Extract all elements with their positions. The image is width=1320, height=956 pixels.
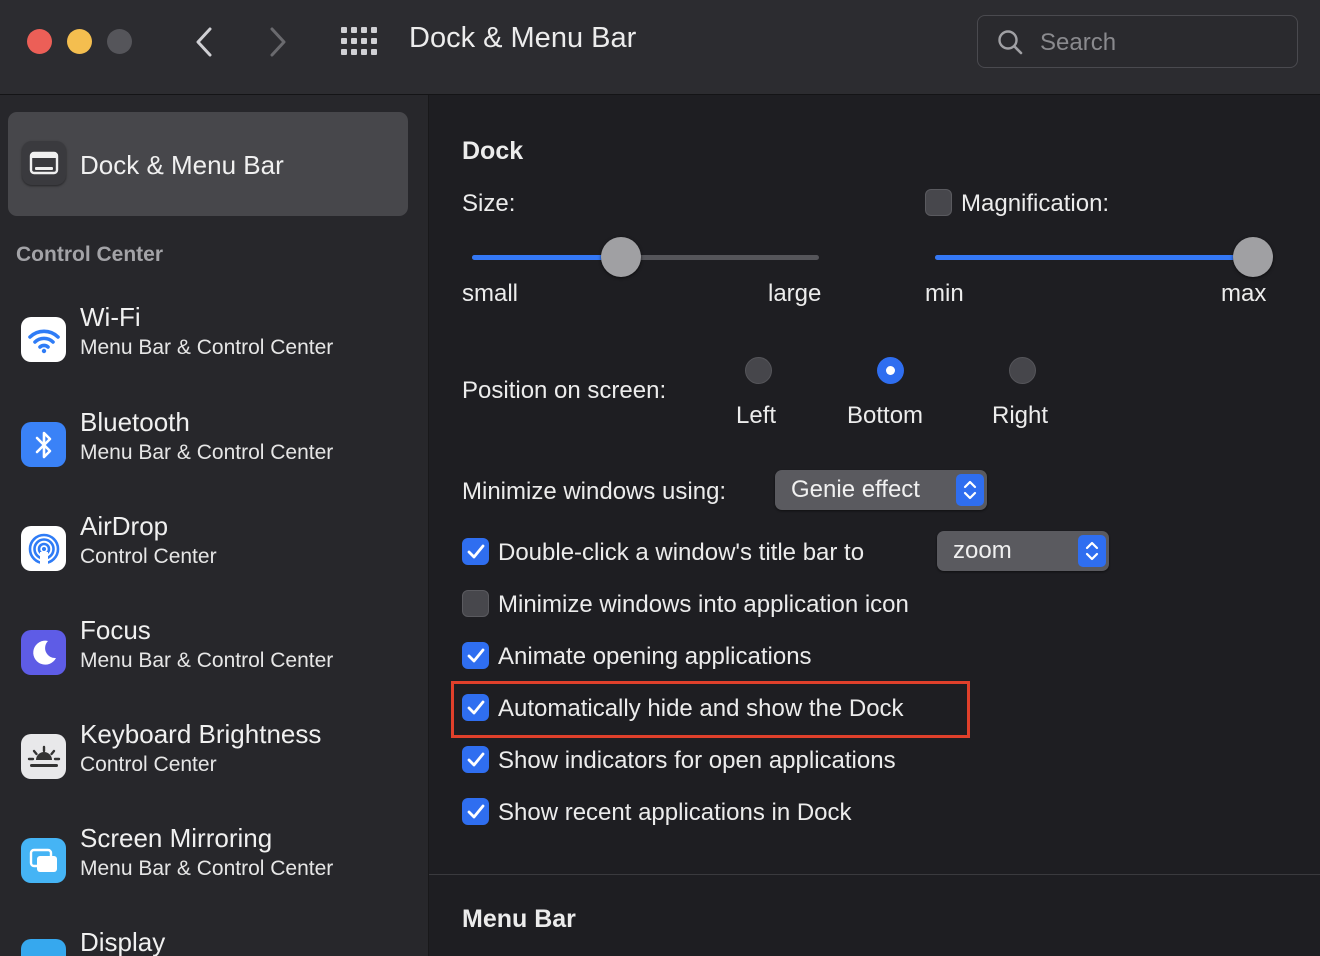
sidebar-item-subtitle: Control Center: [80, 753, 217, 776]
close-window-button[interactable]: [27, 29, 52, 54]
sidebar-item-name: Display: [80, 927, 166, 956]
sidebar-item-keyboard-brightness[interactable]: Keyboard Brightness Control Center: [0, 719, 428, 823]
auto-hide-dock-label: Automatically hide and show the Dock: [498, 695, 904, 722]
checkmark-icon: [467, 544, 484, 558]
sidebar-item-wifi[interactable]: Wi-Fi Menu Bar & Control Center: [0, 302, 428, 406]
screen-mirroring-icon: [21, 838, 66, 883]
checkmark-icon: [467, 700, 484, 714]
sidebar-item-name: Wi-Fi: [80, 302, 141, 332]
magnification-checkbox[interactable]: [925, 189, 952, 216]
minimize-effect-popup[interactable]: Genie effect: [775, 470, 987, 510]
moon-icon: [21, 630, 66, 675]
search-input[interactable]: [1038, 24, 1282, 62]
minimize-into-icon-checkbox[interactable]: [462, 590, 489, 617]
sidebar-item-name: Screen Mirroring: [80, 823, 273, 853]
magnification-slider-knob[interactable]: [1233, 237, 1273, 277]
title-bar: Dock & Menu Bar: [0, 0, 1320, 95]
sidebar-item-bluetooth[interactable]: Bluetooth Menu Bar & Control Center: [0, 407, 428, 511]
double-click-action-popup[interactable]: zoom: [937, 531, 1109, 571]
sidebar-item-subtitle: Menu Bar & Control Center: [80, 857, 334, 880]
double-click-label: Double-click a window's title bar to: [498, 539, 865, 566]
section-divider: [429, 874, 1320, 875]
show-indicators-checkbox[interactable]: [462, 746, 489, 773]
sidebar-item-display[interactable]: Display: [0, 927, 428, 956]
position-left-label: Left: [736, 402, 777, 429]
chevron-updown-icon: [1078, 535, 1106, 567]
magnification-max-label: max: [1221, 280, 1267, 307]
sidebar-item-screen-mirroring[interactable]: Screen Mirroring Menu Bar & Control Cent…: [0, 823, 428, 927]
forward-button[interactable]: [258, 22, 298, 62]
sidebar-item-name: Focus: [80, 615, 151, 645]
sidebar-item-name: AirDrop: [80, 511, 169, 541]
sidebar-item-subtitle: Menu Bar & Control Center: [80, 441, 334, 464]
window-title: Dock & Menu Bar: [409, 22, 637, 54]
search-field[interactable]: [977, 15, 1298, 68]
position-bottom-radio[interactable]: [877, 357, 904, 384]
section-heading-dock: Dock: [462, 137, 524, 165]
chevron-left-icon: [196, 27, 212, 57]
chevron-updown-icon: [956, 474, 984, 506]
wifi-icon: [21, 317, 66, 362]
size-label: Size:: [462, 190, 516, 217]
sidebar-section-title: Control Center: [16, 243, 163, 266]
size-max-label: large: [768, 280, 822, 307]
back-button[interactable]: [184, 22, 224, 62]
display-icon: [21, 939, 66, 956]
double-click-action-value: zoom: [953, 537, 1012, 564]
sidebar-item-subtitle: Control Center: [80, 545, 217, 568]
search-icon: [998, 30, 1023, 55]
position-left-radio[interactable]: [745, 357, 772, 384]
show-recent-apps-label: Show recent applications in Dock: [498, 799, 852, 826]
zoom-window-button[interactable]: [107, 29, 132, 54]
position-right-label: Right: [992, 402, 1049, 429]
position-label: Position on screen:: [462, 377, 667, 404]
size-slider-knob[interactable]: [601, 237, 642, 277]
content-pane: Dock Size: small large Magnification: mi…: [429, 95, 1320, 956]
sidebar-item-subtitle: Menu Bar & Control Center: [80, 649, 334, 672]
dock-menubar-icon: [22, 141, 66, 185]
show-recent-apps-checkbox[interactable]: [462, 798, 489, 825]
size-min-label: small: [462, 280, 519, 307]
sidebar-item-airdrop[interactable]: AirDrop Control Center: [0, 511, 428, 615]
animate-opening-label: Animate opening applications: [498, 643, 812, 670]
sidebar: Dock & Menu Bar Control Center Wi-Fi Men…: [0, 95, 429, 956]
auto-hide-dock-checkbox[interactable]: [462, 694, 489, 721]
position-bottom-label: Bottom: [847, 402, 924, 429]
magnification-min-label: min: [925, 280, 964, 307]
sidebar-item-subtitle: Menu Bar & Control Center: [80, 336, 334, 359]
minimize-into-icon-label: Minimize windows into application icon: [498, 591, 909, 618]
double-click-checkbox[interactable]: [462, 538, 489, 565]
checkmark-icon: [467, 648, 484, 662]
show-indicators-label: Show indicators for open applications: [498, 747, 896, 774]
section-heading-menu-bar: Menu Bar: [462, 905, 576, 933]
size-slider-fill: [472, 255, 622, 260]
checkmark-icon: [467, 804, 484, 818]
sidebar-item-focus[interactable]: Focus Menu Bar & Control Center: [0, 615, 428, 719]
chevron-right-icon: [270, 27, 286, 57]
position-right-radio[interactable]: [1009, 357, 1036, 384]
minimize-window-button[interactable]: [67, 29, 92, 54]
animate-opening-checkbox[interactable]: [462, 642, 489, 669]
sidebar-item-name: Keyboard Brightness: [80, 719, 322, 749]
minimize-effect-value: Genie effect: [791, 476, 920, 503]
sidebar-item-label: Dock & Menu Bar: [80, 150, 284, 180]
minimize-using-label: Minimize windows using:: [462, 478, 727, 505]
bluetooth-icon: [21, 422, 66, 467]
sidebar-item-name: Bluetooth: [80, 407, 190, 437]
sidebar-item-dock-menu-bar[interactable]: Dock & Menu Bar: [8, 112, 408, 216]
magnification-slider-fill: [935, 255, 1255, 260]
show-all-button[interactable]: [340, 26, 378, 56]
keyboard-brightness-icon: [21, 734, 66, 779]
checkmark-icon: [467, 752, 484, 766]
airdrop-icon: [21, 526, 66, 571]
grid-icon: [341, 27, 377, 55]
magnification-label: Magnification:: [961, 190, 1110, 217]
